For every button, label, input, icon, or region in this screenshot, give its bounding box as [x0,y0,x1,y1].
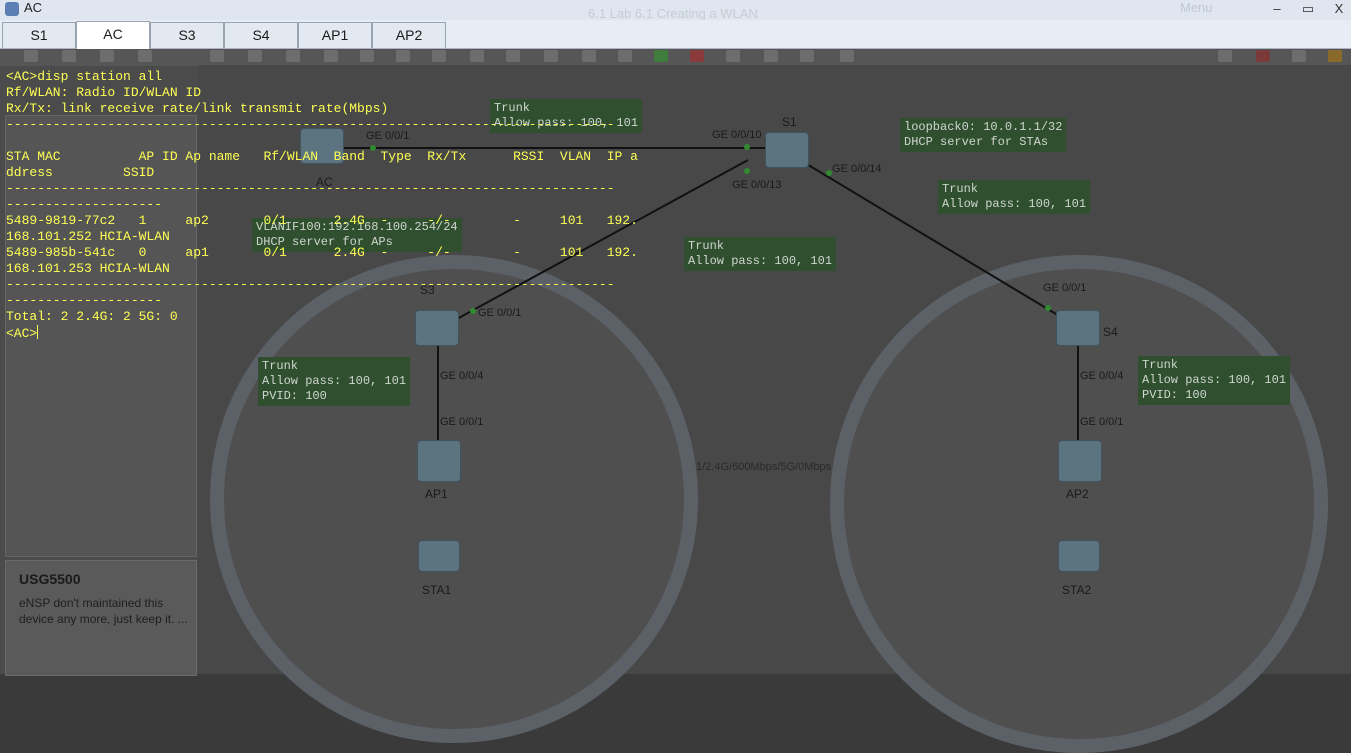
link-status-dot [744,144,750,150]
device-label-sta2: STA2 [1062,583,1092,597]
link-status-dot [1045,305,1051,311]
device-s4[interactable] [1056,310,1100,346]
device-label-s1: S1 [782,115,797,129]
port-label: GE 0/0/1 [1080,416,1124,428]
tab-s4[interactable]: S4 [224,22,298,48]
console-tab-bar: S1 AC S3 S4 AP1 AP2 [0,20,1351,49]
radio-stat-label: 1/2.4G/600Mbps/5G/0Mbps [696,461,832,473]
port-label: GE 0/0/10 [712,129,762,141]
note-trunk-s3: Trunk Allow pass: 100, 101 [684,237,837,271]
note-trunk-s4-ap: Trunk Allow pass: 100, 101 PVID: 100 [1138,356,1291,405]
close-button[interactable]: X [1327,0,1351,18]
device-label-ac: AC [316,175,333,189]
tab-ac[interactable]: AC [76,21,150,49]
device-label-sta1: STA1 [422,583,452,597]
lab-title: 6.1 Lab 6.1 Creating a WLAN [588,6,758,21]
port-label: GE 0/0/1 [478,307,522,319]
device-ac[interactable] [300,128,344,164]
note-loopback: loopback0: 10.0.1.1/32 DHCP server for S… [900,118,1067,152]
device-ap1[interactable] [417,440,461,482]
note-trunk-ac: Trunk Allow pass: 100, 101 [490,99,643,133]
device-s1[interactable] [765,132,809,168]
port-label: GE 0/0/1 [440,416,484,428]
link-status-dot [744,168,750,174]
link-status-dot [826,170,832,176]
note-vlanif100: VLANIF100:192.168.100.254/24 DHCP server… [252,218,462,252]
note-trunk-s4: Trunk Allow pass: 100, 101 [938,180,1091,214]
port-label: GE 0/0/1 [1043,282,1087,294]
link-status-dot [470,308,476,314]
device-s3[interactable] [415,310,459,346]
port-label: GE 0/0/4 [1080,370,1124,382]
minimize-button[interactable]: – [1265,0,1289,18]
tab-s1[interactable]: S1 [2,22,76,48]
menu-button[interactable]: Menu [1180,0,1226,18]
tab-ap2[interactable]: AP2 [372,22,446,48]
device-label-s4: S4 [1103,325,1118,339]
port-label: GE 0/0/13 [732,179,782,191]
restore-button[interactable]: ▭ [1296,0,1320,18]
port-label: GE 0/0/4 [440,370,484,382]
device-ap2[interactable] [1058,440,1102,482]
window-title-bar: AC 6.1 Lab 6.1 Creating a WLAN Menu – ▭ … [0,0,1351,21]
device-sta1[interactable] [418,540,460,572]
device-sta2[interactable] [1058,540,1100,572]
device-label-ap1: AP1 [425,487,448,501]
port-label: GE 0/0/1 [366,130,410,142]
link-status-dot [370,145,376,151]
tab-s3[interactable]: S3 [150,22,224,48]
window-title: AC [24,0,43,15]
topology-links [330,147,1079,450]
device-label-s3: S3 [420,283,435,297]
ensp-workspace: USG5500 eNSP don't maintained this devic… [0,0,1351,753]
tab-ap1[interactable]: AP1 [298,22,372,48]
device-label-ap2: AP2 [1066,487,1089,501]
note-trunk-s3-ap: Trunk Allow pass: 100, 101 PVID: 100 [258,357,411,406]
app-icon [5,2,19,16]
port-label: GE 0/0/14 [832,163,882,175]
